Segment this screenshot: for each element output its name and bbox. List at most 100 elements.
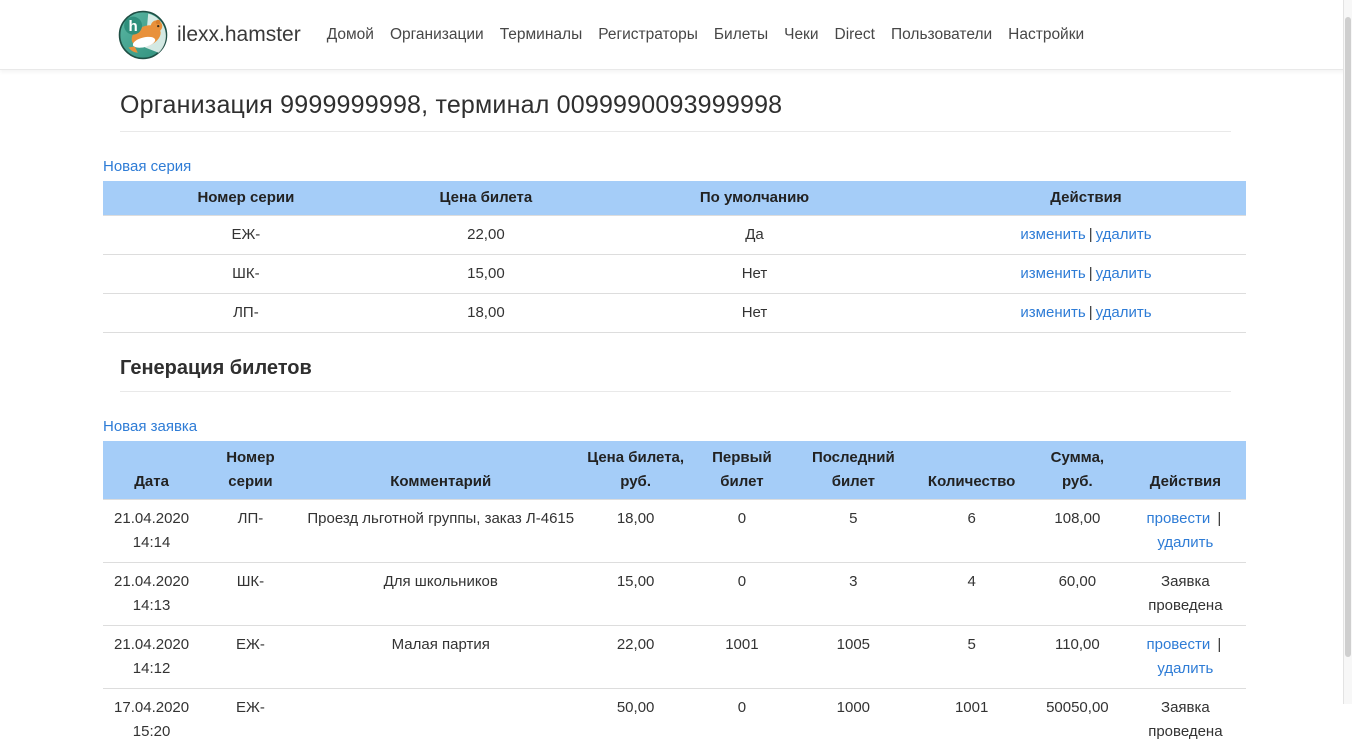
- cell-date: 21.04.2020 14:13: [103, 563, 200, 626]
- cell-count: 5: [913, 626, 1030, 689]
- action-separator: |: [1089, 304, 1093, 321]
- cell-actions: изменить|удалить: [926, 255, 1246, 294]
- cell-first-ticket: 0: [690, 500, 793, 563]
- delete-link[interactable]: удалить: [1157, 534, 1213, 551]
- table-row: 21.04.2020 14:14 ЛП- Проезд льготной гру…: [103, 500, 1246, 563]
- cell-series-number: ЕЖ-: [200, 626, 301, 689]
- nav-item-receipts[interactable]: Чеки: [776, 20, 826, 50]
- svg-text:h: h: [128, 17, 137, 34]
- cell-date: 21.04.2020 14:12: [103, 626, 200, 689]
- cell-date: 21.04.2020 14:14: [103, 500, 200, 563]
- nav-item-settings[interactable]: Настройки: [1000, 20, 1092, 50]
- cell-sum: 60,00: [1030, 563, 1125, 626]
- nav-item-direct[interactable]: Direct: [827, 20, 883, 50]
- cell-series-number: ШК-: [200, 563, 301, 626]
- delete-link[interactable]: удалить: [1157, 660, 1213, 677]
- table-row: 17.04.2020 15:20 ЕЖ- 50,00 0 1000 1001 5…: [103, 689, 1246, 751]
- col-header-count: Количество: [913, 441, 1030, 500]
- col-header-series-number: Номер серии: [103, 181, 389, 216]
- generation-table: Дата Номер серии Комментарий Цена билета…: [103, 441, 1246, 751]
- delete-link[interactable]: удалить: [1096, 304, 1152, 321]
- table-row: ЛП- 18,00 Нет изменить|удалить: [103, 294, 1246, 333]
- nav-item-users[interactable]: Пользователи: [883, 20, 1000, 50]
- col-header-series-number: Номер серии: [200, 441, 301, 500]
- cell-series-number: ЛП-: [103, 294, 389, 333]
- main-content: Организация 9999999998, терминал 0099990…: [103, 91, 1246, 751]
- cell-actions: изменить|удалить: [926, 294, 1246, 333]
- col-header-ticket-price: Цена билета, руб.: [581, 441, 691, 500]
- cell-comment: [301, 689, 581, 751]
- edit-link[interactable]: изменить: [1020, 304, 1085, 321]
- cell-series-number: ЕЖ-: [200, 689, 301, 751]
- nav-item-tickets[interactable]: Билеты: [706, 20, 776, 50]
- cell-ticket-price: 18,00: [581, 500, 691, 563]
- brand-name: ilexx.hamster: [177, 23, 301, 47]
- cell-sum: 108,00: [1030, 500, 1125, 563]
- top-navbar: h ilexx.hamster Домой Организации Термин…: [0, 0, 1352, 70]
- col-header-default: По умолчанию: [583, 181, 926, 216]
- cell-status: Заявка проведена: [1125, 563, 1246, 626]
- cell-first-ticket: 0: [690, 563, 793, 626]
- cell-ticket-price: 22,00: [389, 216, 583, 255]
- action-separator: |: [1217, 510, 1221, 527]
- cell-last-ticket: 3: [793, 563, 913, 626]
- main-menu: Домой Организации Терминалы Регистраторы…: [319, 20, 1092, 50]
- table-row: ШК- 15,00 Нет изменить|удалить: [103, 255, 1246, 294]
- nav-item-terminals[interactable]: Терминалы: [492, 20, 591, 50]
- cell-series-number: ШК-: [103, 255, 389, 294]
- cell-first-ticket: 0: [690, 689, 793, 751]
- brand-home-link[interactable]: h ilexx.hamster: [118, 10, 301, 60]
- scrollbar-thumb[interactable]: [1345, 17, 1351, 657]
- cell-ticket-price: 18,00: [389, 294, 583, 333]
- nav-item-organizations[interactable]: Организации: [382, 20, 492, 50]
- nav-item-registrators[interactable]: Регистраторы: [590, 20, 706, 50]
- section-divider: [120, 391, 1231, 392]
- delete-link[interactable]: удалить: [1096, 226, 1152, 243]
- cell-actions: провести | удалить: [1125, 500, 1246, 563]
- cell-actions: изменить|удалить: [926, 216, 1246, 255]
- generation-table-header-row: Дата Номер серии Комментарий Цена билета…: [103, 441, 1246, 500]
- col-header-comment: Комментарий: [301, 441, 581, 500]
- cell-comment: Проезд льготной группы, заказ Л-4615: [301, 500, 581, 563]
- cell-last-ticket: 1005: [793, 626, 913, 689]
- process-link[interactable]: провести: [1147, 636, 1211, 653]
- cell-default: Нет: [583, 255, 926, 294]
- col-header-last-ticket: Последний билет: [793, 441, 913, 500]
- cell-ticket-price: 50,00: [581, 689, 691, 751]
- vertical-scrollbar[interactable]: [1343, 0, 1352, 704]
- edit-link[interactable]: изменить: [1020, 265, 1085, 282]
- series-table: Номер серии Цена билета По умолчанию Дей…: [103, 181, 1246, 333]
- cell-count: 4: [913, 563, 1030, 626]
- col-header-actions: Действия: [1125, 441, 1246, 500]
- cell-sum: 50050,00: [1030, 689, 1125, 751]
- cell-last-ticket: 5: [793, 500, 913, 563]
- cell-count: 6: [913, 500, 1030, 563]
- hamster-logo-icon: h: [118, 10, 168, 60]
- series-table-header-row: Номер серии Цена билета По умолчанию Дей…: [103, 181, 1246, 216]
- cell-date: 17.04.2020 15:20: [103, 689, 200, 751]
- cell-first-ticket: 1001: [690, 626, 793, 689]
- table-row: 21.04.2020 14:12 ЕЖ- Малая партия 22,00 …: [103, 626, 1246, 689]
- new-request-link[interactable]: Новая заявка: [103, 418, 197, 435]
- col-header-date: Дата: [103, 441, 200, 500]
- generation-heading: Генерация билетов: [120, 357, 1231, 380]
- cell-ticket-price: 22,00: [581, 626, 691, 689]
- new-series-link[interactable]: Новая серия: [103, 158, 191, 175]
- cell-actions: провести | удалить: [1125, 626, 1246, 689]
- action-separator: |: [1217, 636, 1221, 653]
- cell-ticket-price: 15,00: [581, 563, 691, 626]
- cell-comment: Для школьников: [301, 563, 581, 626]
- process-link[interactable]: провести: [1147, 510, 1211, 527]
- col-header-first-ticket: Первый билет: [690, 441, 793, 500]
- action-separator: |: [1089, 265, 1093, 282]
- cell-default: Нет: [583, 294, 926, 333]
- title-divider: [120, 131, 1231, 132]
- cell-series-number: ЕЖ-: [103, 216, 389, 255]
- delete-link[interactable]: удалить: [1096, 265, 1152, 282]
- cell-count: 1001: [913, 689, 1030, 751]
- col-header-actions: Действия: [926, 181, 1246, 216]
- edit-link[interactable]: изменить: [1020, 226, 1085, 243]
- cell-sum: 110,00: [1030, 626, 1125, 689]
- cell-comment: Малая партия: [301, 626, 581, 689]
- nav-item-home[interactable]: Домой: [319, 20, 382, 50]
